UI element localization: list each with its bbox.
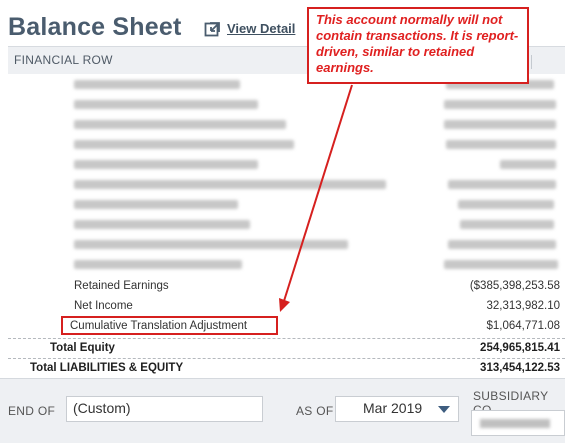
redacted-row	[0, 98, 565, 111]
redacted-row	[0, 218, 565, 231]
redacted-row	[0, 258, 565, 271]
row-label-net-income[interactable]: Net Income	[74, 300, 133, 312]
total-liabilities-equity-amount: 313,454,122.53	[480, 362, 560, 374]
column-divider	[531, 55, 532, 69]
end-of-field[interactable]: (Custom)	[66, 396, 263, 422]
row-amount-retained-earnings[interactable]: ($385,398,253.58	[470, 280, 560, 292]
row-divider	[8, 338, 565, 339]
annotation-callout: This account normally will not contain t…	[307, 7, 529, 84]
redacted-row	[0, 118, 565, 131]
redacted-row	[0, 158, 565, 171]
redacted-row	[0, 238, 565, 251]
end-of-label: END OF	[8, 404, 55, 418]
redacted-row	[0, 138, 565, 151]
column-header-financial-row: FINANCIAL ROW	[14, 53, 113, 67]
as-of-value: Mar 2019	[363, 400, 422, 416]
filter-bar: END OF (Custom) AS OF Mar 2019 SUBSIDIAR…	[0, 378, 565, 443]
redacted-row	[0, 198, 565, 211]
row-amount-cumulative-translation-adjustment[interactable]: $1,064,771.08	[486, 320, 560, 332]
highlight-box	[61, 316, 278, 335]
chevron-down-icon	[438, 406, 450, 413]
page-title: Balance Sheet	[8, 13, 182, 42]
row-amount-net-income[interactable]: 32,313,982.10	[486, 300, 560, 312]
total-liabilities-equity-label: Total LIABILITIES & EQUITY	[30, 362, 183, 374]
external-link-icon	[204, 20, 221, 37]
row-label-retained-earnings[interactable]: Retained Earnings	[74, 280, 169, 292]
annotation-text: This account normally will not contain t…	[316, 12, 520, 76]
redacted-row	[0, 178, 565, 191]
row-divider	[8, 358, 565, 359]
total-equity-amount: 254,965,815.41	[480, 342, 560, 354]
view-detail-label: View Detail	[227, 21, 295, 36]
view-detail-link[interactable]: View Detail	[204, 20, 295, 37]
total-equity-label: Total Equity	[50, 342, 115, 354]
as-of-select[interactable]: Mar 2019	[335, 396, 459, 422]
as-of-label: AS OF	[296, 404, 334, 418]
subsidiary-field[interactable]	[471, 410, 565, 436]
